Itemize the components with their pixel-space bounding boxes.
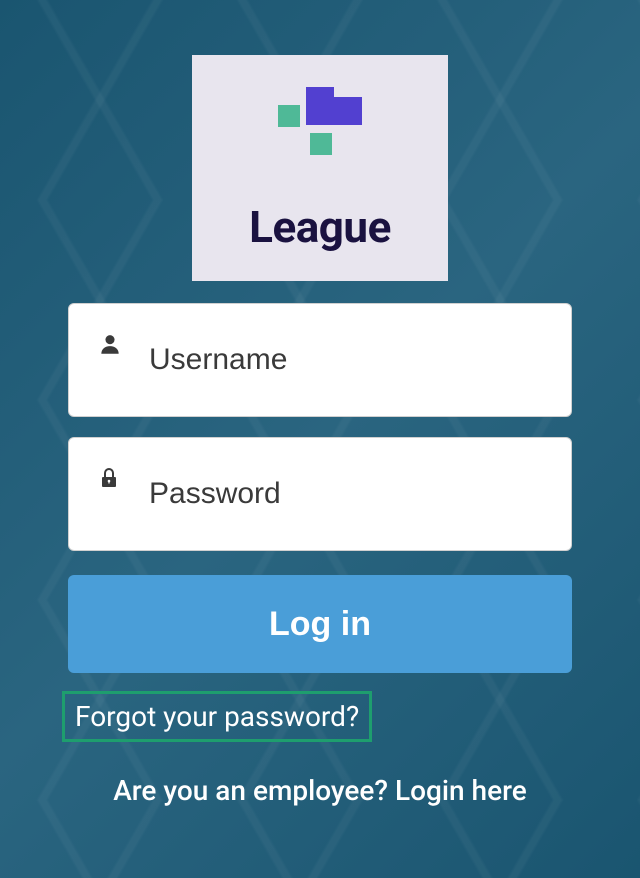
username-field-wrapper[interactable] bbox=[68, 303, 572, 417]
login-form: Log in Forgot your password? Are you an … bbox=[68, 303, 572, 807]
password-field-wrapper[interactable] bbox=[68, 437, 572, 551]
forgot-password-link[interactable]: Forgot your password? bbox=[62, 691, 372, 742]
user-icon bbox=[97, 331, 127, 357]
plus-logo-icon bbox=[270, 83, 370, 183]
employee-login-link[interactable]: Are you an employee? Login here bbox=[68, 774, 572, 807]
password-input[interactable] bbox=[149, 477, 543, 511]
login-button[interactable]: Log in bbox=[68, 575, 572, 673]
brand-logo-mark bbox=[270, 83, 370, 183]
brand-logo-box: League bbox=[192, 55, 448, 281]
brand-name: League bbox=[249, 201, 391, 253]
username-input[interactable] bbox=[149, 343, 543, 377]
lock-icon bbox=[97, 466, 127, 490]
